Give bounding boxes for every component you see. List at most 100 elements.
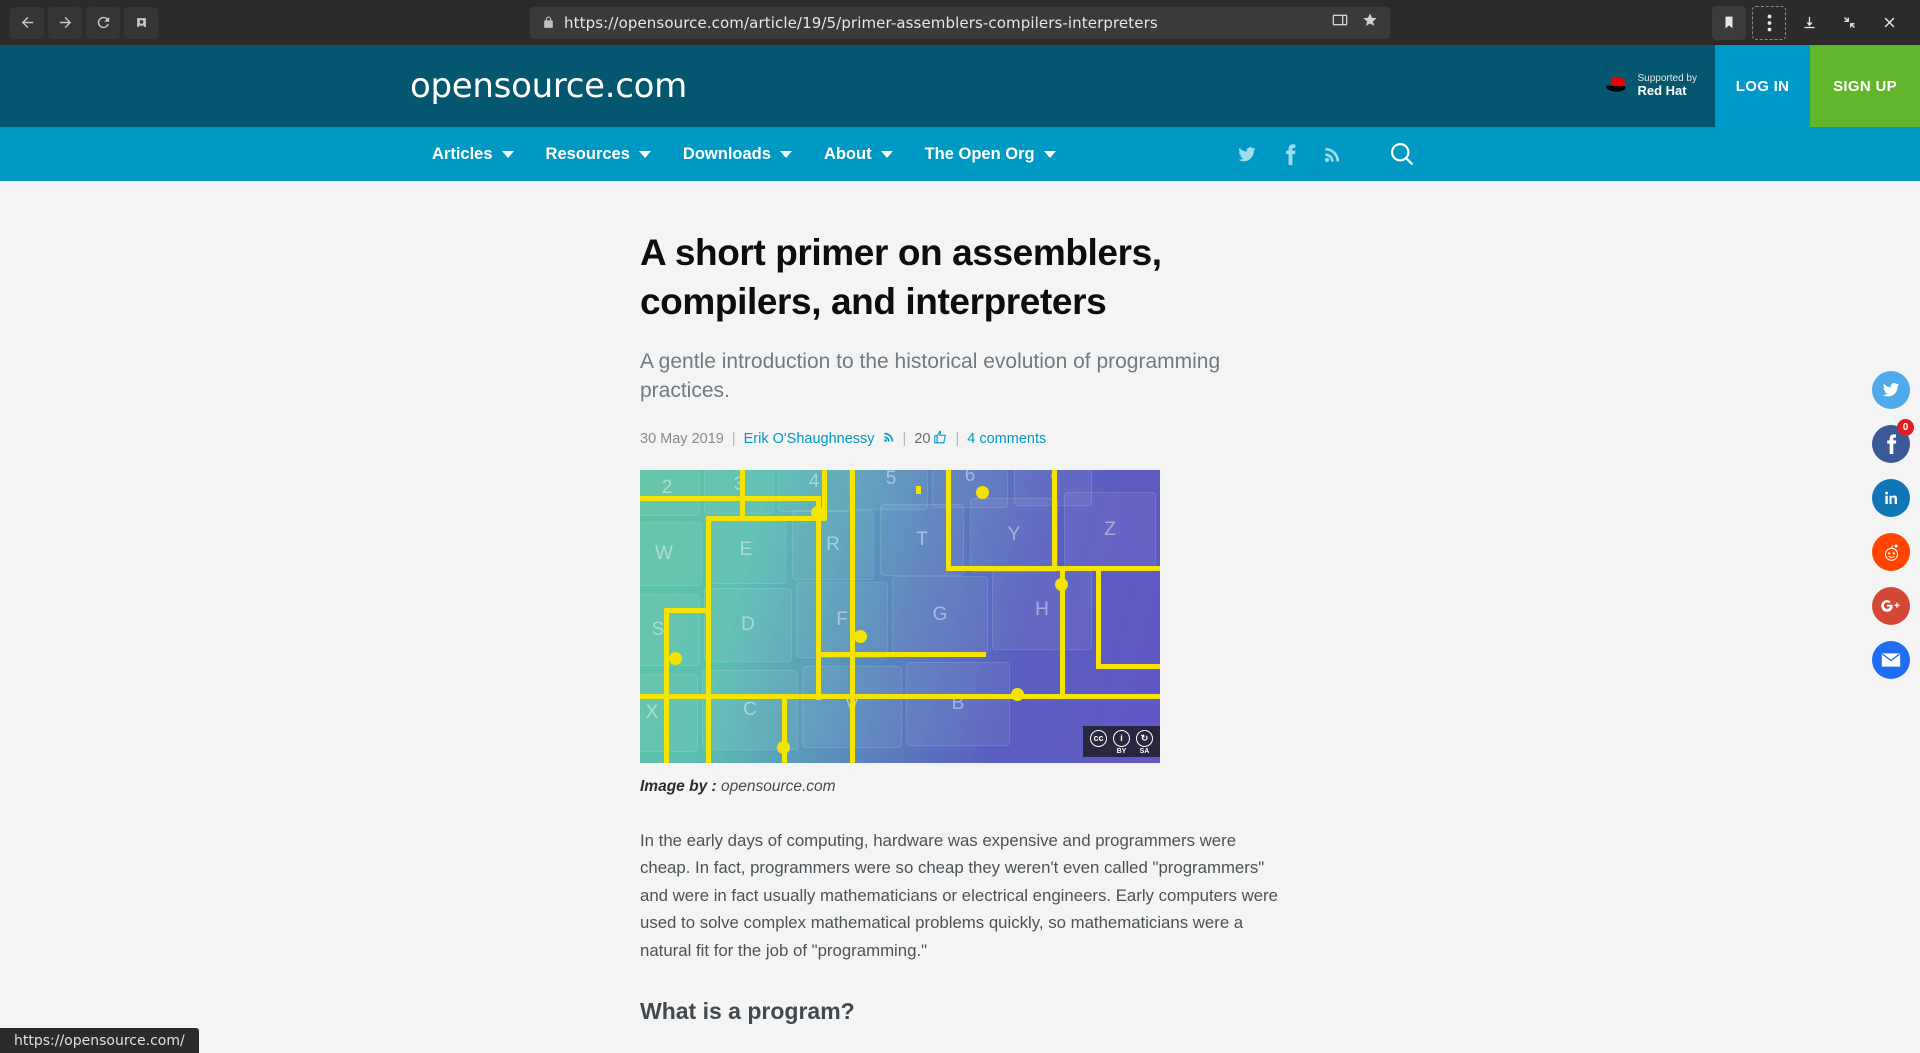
circuit-trace (740, 469, 745, 516)
circuit-trace (1052, 469, 1057, 571)
reload-button[interactable] (86, 6, 120, 39)
site-header: opensource.com Supported by Red Hat LOG … (0, 45, 1920, 127)
home-button[interactable] (124, 6, 158, 39)
site-logo[interactable]: opensource.com (410, 66, 687, 106)
nav-item-downloads[interactable]: Downloads (683, 145, 792, 164)
thumbs-up-icon (933, 429, 947, 448)
creative-commons-badge: cc i BY ↻ SA (1083, 725, 1160, 757)
sponsor-line2: Red Hat (1637, 83, 1687, 99)
facebook-icon[interactable] (1284, 143, 1297, 165)
byline-separator: | (902, 430, 907, 447)
byline-separator: | (731, 430, 736, 447)
facebook-share-button[interactable]: 0 (1872, 419, 1914, 463)
cc-by: i BY (1113, 729, 1130, 755)
circuit-node (1055, 577, 1068, 591)
circuit-trace (640, 693, 1160, 699)
circuit-trace (664, 607, 669, 763)
facebook-share-badge: 0 (1897, 419, 1914, 436)
nav-item-resources[interactable]: Resources (546, 145, 651, 164)
status-bar: https://opensource.com/ (0, 1028, 199, 1053)
section-heading: What is a program? (640, 998, 855, 1025)
sponsor-block: Supported by Red Hat (1602, 45, 1716, 127)
cc-by-label: BY (1116, 747, 1127, 755)
author-link[interactable]: Erik O'Shaughnessy (744, 431, 875, 447)
hero-key: D (704, 587, 792, 662)
rss-icon[interactable] (1323, 145, 1342, 164)
nav-label: About (823, 144, 872, 163)
googleplus-share-button[interactable] (1872, 587, 1910, 625)
nav-label: Resources (545, 144, 630, 163)
publish-date: 30 May 2019 (640, 430, 724, 447)
nav-label: The Open Org (924, 144, 1035, 163)
circuit-node (1011, 687, 1024, 701)
like-count[interactable]: 20 (914, 429, 947, 448)
circuit-trace (946, 469, 951, 570)
red-hat-logo-icon (1602, 73, 1631, 100)
circuit-trace (916, 485, 921, 494)
nav-social-links (1236, 143, 1342, 165)
back-button[interactable] (10, 6, 44, 39)
nav-item-about[interactable]: About (824, 145, 893, 164)
hero-key: G (892, 575, 988, 654)
lock-icon (542, 15, 555, 30)
hero-key: 3 (704, 469, 774, 514)
cc-sa: ↻ SA (1136, 729, 1153, 755)
signup-button[interactable]: SIGN UP (1810, 45, 1920, 127)
circuit-trace (1096, 663, 1160, 669)
twitter-icon[interactable] (1236, 145, 1258, 164)
article-paragraph: In the early days of computing, hardware… (640, 830, 1278, 960)
hero-key: F (796, 581, 888, 658)
twitter-share-button[interactable] (1872, 371, 1910, 409)
author-rss-icon[interactable] (883, 431, 895, 447)
nav-label: Articles (432, 144, 493, 163)
reader-view-icon[interactable] (1332, 12, 1348, 33)
hero-key: Z (1064, 491, 1156, 568)
circuit-trace (664, 607, 710, 613)
nav-item-articles[interactable]: Articles (432, 145, 514, 164)
hero-key: E (706, 515, 786, 584)
comments-link[interactable]: 4 comments (967, 431, 1046, 447)
window-controls (1712, 5, 1910, 40)
hero-key: 4 (778, 469, 850, 512)
chevron-down-icon (1043, 150, 1056, 158)
circuit-trace (816, 651, 986, 657)
chevron-down-icon (501, 150, 514, 158)
email-share-button[interactable] (1872, 641, 1910, 679)
download-icon[interactable] (1792, 6, 1826, 40)
article-hero-image: 2 3 4 5 6 7 W E R T Y Z S D F G H X C V … (640, 469, 1160, 763)
header-right: Supported by Red Hat LOG IN SIGN UP (1602, 45, 1920, 127)
collapse-icon[interactable] (1832, 6, 1866, 40)
star-icon[interactable] (1362, 12, 1378, 33)
cc-sa-icon: ↻ (1136, 729, 1153, 747)
image-caption: Image by : opensource.com (640, 778, 1280, 796)
address-bar[interactable]: https://opensource.com/article/19/5/prim… (530, 6, 1390, 39)
browser-toolbar: https://opensource.com/article/19/5/prim… (0, 0, 1920, 45)
kebab-menu-icon[interactable] (1752, 5, 1786, 40)
circuit-trace (640, 495, 820, 501)
nav-item-the-open-org[interactable]: The Open Org (925, 145, 1056, 164)
cc-sa-label: SA (1139, 747, 1150, 755)
login-button[interactable]: LOG IN (1715, 45, 1810, 127)
close-icon[interactable] (1872, 6, 1906, 40)
chevron-down-icon (779, 150, 792, 158)
social-share-rail: 0 (1872, 371, 1914, 679)
like-count-value: 20 (914, 430, 931, 447)
circuit-trace (1056, 565, 1160, 571)
hero-key: W (640, 521, 702, 586)
byline-separator: | (955, 430, 960, 447)
hero-key: B (906, 661, 1010, 746)
hero-key: 2 (640, 469, 700, 516)
linkedin-share-button[interactable] (1872, 479, 1910, 517)
cc-by-icon: i (1113, 729, 1130, 747)
bookmark-icon[interactable] (1712, 5, 1746, 40)
circuit-node (854, 629, 867, 643)
image-caption-label: Image by : (640, 777, 717, 795)
hero-key: H (992, 569, 1092, 650)
article: A short primer on assemblers, compilers,… (640, 181, 1280, 1025)
main-navigation: Articles Resources Downloads About The O… (0, 127, 1920, 181)
page-title: A short primer on assemblers, compilers,… (640, 232, 1162, 322)
search-icon[interactable] (1388, 140, 1416, 168)
reddit-share-button[interactable] (1872, 533, 1910, 571)
circuit-trace (706, 515, 826, 521)
forward-button[interactable] (48, 6, 82, 39)
